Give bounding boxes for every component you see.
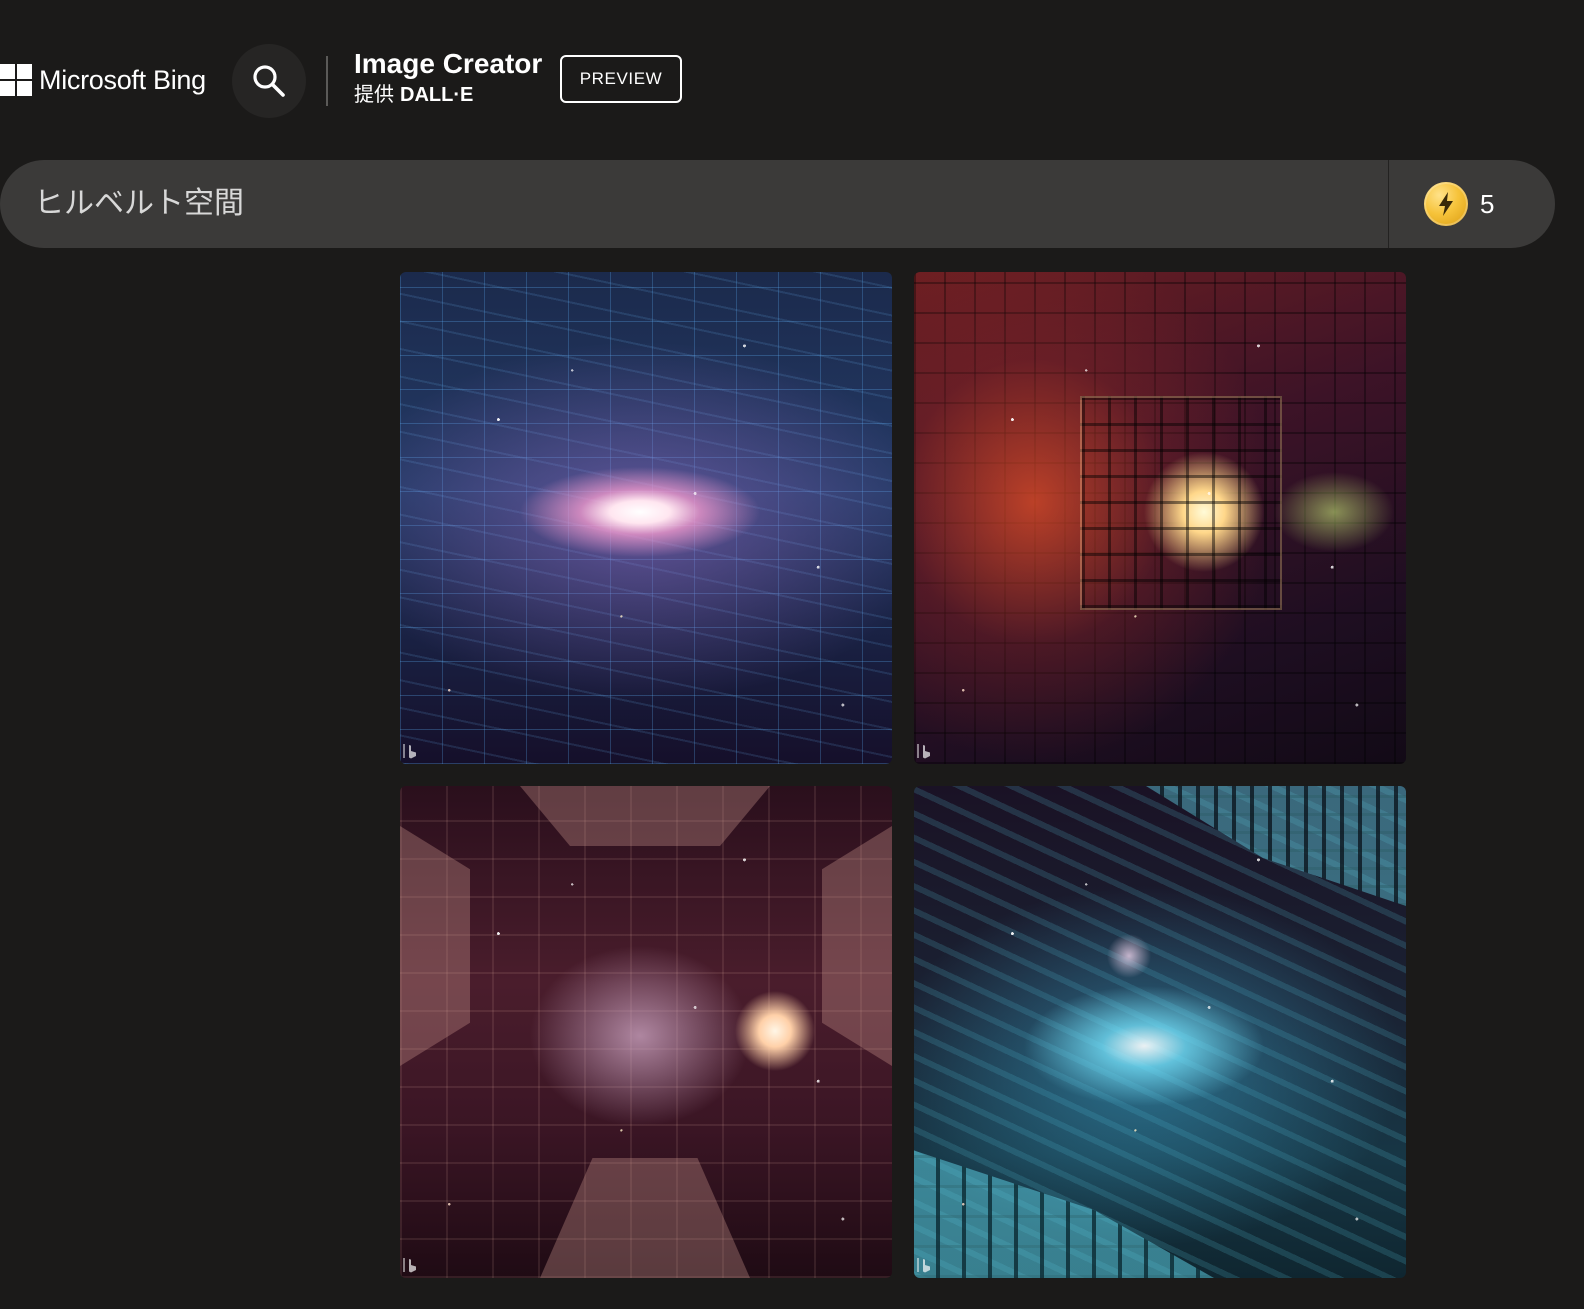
header: Microsoft Bing Image Creator 提供 DALL·E PR… — [0, 0, 1584, 150]
preview-badge: PREVIEW — [560, 55, 682, 103]
search-icon — [253, 65, 285, 97]
result-image-4[interactable] — [914, 786, 1406, 1278]
boost-lightning-icon — [1424, 182, 1468, 226]
prompt-divider — [1388, 160, 1389, 248]
image-results-grid — [400, 272, 1408, 1278]
provider-label: 提供 — [354, 84, 394, 106]
prompt-bar: 5 — [0, 160, 1555, 248]
brand-name: Microsoft Bing — [39, 64, 206, 95]
engine-label: DALL·E — [400, 84, 474, 106]
search-button[interactable] — [232, 44, 306, 118]
product-title: Image Creator — [354, 48, 543, 79]
boost-counter[interactable]: 5 — [1424, 182, 1494, 226]
product-title-block[interactable]: Image Creator 提供 DALL·E — [354, 46, 542, 108]
product-subtitle: 提供 DALL·E — [354, 82, 542, 108]
bing-watermark-icon — [403, 1258, 416, 1273]
bing-watermark-icon — [917, 1258, 930, 1273]
bing-home-link[interactable]: Microsoft Bing — [0, 62, 206, 98]
page: Microsoft Bing Image Creator 提供 DALL·E PR… — [0, 0, 1584, 1309]
bing-watermark-icon — [403, 744, 416, 759]
prompt-input[interactable] — [34, 160, 1364, 248]
bing-watermark-icon — [917, 744, 930, 759]
windows-logo-icon — [0, 64, 32, 96]
boost-count: 5 — [1480, 188, 1495, 219]
header-divider — [326, 56, 328, 106]
result-image-3[interactable] — [400, 786, 892, 1278]
result-image-1[interactable] — [400, 272, 892, 764]
result-image-2[interactable] — [914, 272, 1406, 764]
